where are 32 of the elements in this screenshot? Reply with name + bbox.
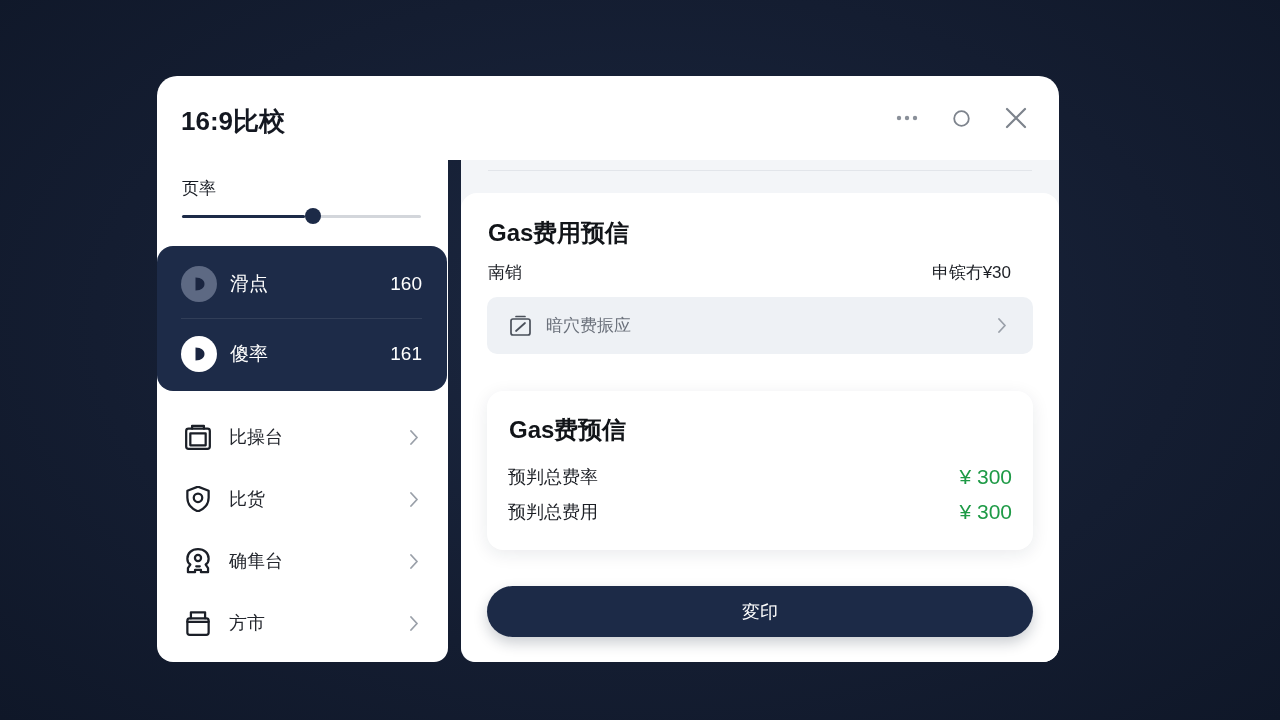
slider-thumb[interactable] <box>305 208 322 224</box>
sidebar-item[interactable]: 比货 <box>157 468 448 530</box>
sidebar-item[interactable]: 比操台 <box>157 406 448 468</box>
list-item[interactable]: 傻率 161 <box>181 318 422 388</box>
sidebar-item[interactable]: 方市 <box>157 592 448 654</box>
card-title: Gas费预信 <box>508 415 627 445</box>
option-row[interactable]: 暗穴费振应 <box>487 297 1033 354</box>
row-value: 申镔冇¥30 <box>931 262 1011 284</box>
sidebar-item[interactable]: 确隼台 <box>157 530 448 592</box>
circle-icon[interactable] <box>953 109 970 127</box>
slashed-square-icon <box>510 315 531 336</box>
person-icon <box>185 548 211 574</box>
more-icon[interactable] <box>896 115 918 121</box>
list-item[interactable]: 滑点 160 <box>181 249 422 318</box>
box-icon <box>185 610 211 636</box>
primary-button[interactable]: 変印 <box>487 586 1033 637</box>
row-label: 预判总费用 <box>508 500 598 524</box>
clipboard-icon <box>185 424 211 450</box>
chevron-right-icon <box>998 318 1006 333</box>
card-title: Gas费用预信 <box>487 218 630 248</box>
row-value: ¥ 300 <box>959 499 1012 524</box>
close-icon[interactable] <box>1005 107 1027 129</box>
row-label: 南销 <box>488 262 522 284</box>
shield-icon <box>185 486 211 512</box>
window-title: 16:9比校 <box>181 104 286 138</box>
chevron-right-icon <box>410 553 418 569</box>
chevron-right-icon <box>410 429 418 445</box>
chevron-right-icon <box>410 615 418 631</box>
slider-label: 页率 <box>182 178 216 200</box>
row-value: ¥ 300 <box>959 464 1012 489</box>
row-label: 预判总费率 <box>508 465 598 489</box>
chevron-right-icon <box>410 491 418 507</box>
